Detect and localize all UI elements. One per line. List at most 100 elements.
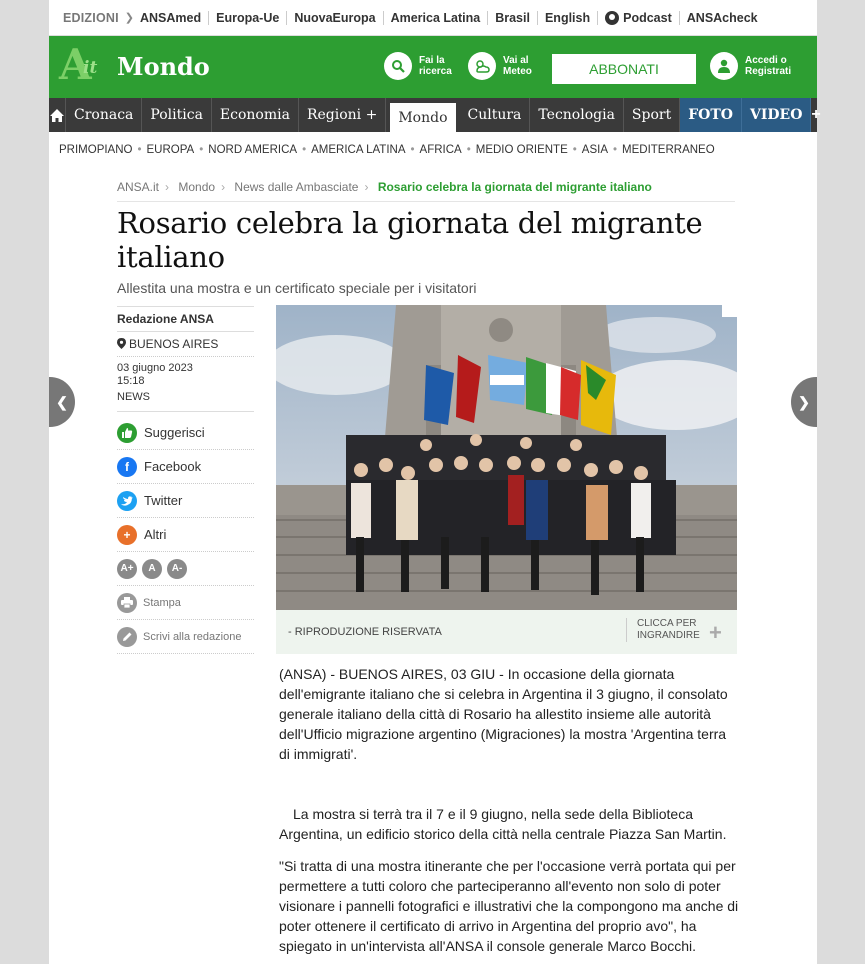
nav-item-cronaca[interactable]: Cronaca — [66, 98, 143, 132]
edition-link-english[interactable]: English — [538, 10, 599, 25]
edition-link-ansacheck[interactable]: ANSAcheck — [680, 11, 765, 25]
article-title: Rosario celebra la giornata del migrante… — [117, 206, 703, 274]
nav-item-tecnologia[interactable]: Tecnologia — [530, 98, 624, 132]
article-meta: Redazione ANSA BUENOS AIRES 03 giugno 20… — [117, 306, 254, 412]
nav-more-button[interactable]: + — [811, 98, 820, 132]
location-text: BUENOS AIRES — [129, 337, 219, 351]
article-subtitle: Allestita una mostra e un certificato sp… — [117, 280, 477, 296]
weather-label-1: Vai al — [503, 55, 529, 66]
write-editor-button[interactable]: Scrivi alla redazione — [117, 620, 254, 654]
enlarge-plus-icon[interactable]: + — [709, 620, 722, 646]
logo-it: it — [83, 58, 98, 78]
breadcrumb-item[interactable]: Mondo — [178, 180, 215, 194]
subnav-item-primopiano[interactable]: PRIMOPIANO — [59, 144, 132, 156]
edition-link-brasil[interactable]: Brasil — [488, 10, 538, 25]
font-reset-button[interactable]: A — [142, 558, 162, 579]
article-paragraph: La mostra si terrà tra il 7 e il 9 giugn… — [279, 806, 727, 842]
sub-nav: PRIMOPIANO • EUROPA • NORD AMERICA • AMERIC… — [49, 132, 817, 168]
subnav-item-nord-america[interactable]: NORD AMERICA — [208, 144, 297, 156]
search-icon — [384, 52, 412, 80]
others-label: Altri — [144, 527, 167, 542]
section-title: Mondo — [117, 52, 210, 81]
weather-button[interactable]: Vai al Meteo — [468, 52, 532, 80]
article-time: 15:18 — [117, 375, 145, 387]
breadcrumb-item[interactable]: News dalle Ambasciate — [234, 180, 358, 194]
search-button[interactable]: Fai la ricerca — [384, 52, 452, 80]
login-button[interactable]: Accedi o Registrati — [710, 52, 791, 80]
printer-icon — [117, 592, 137, 613]
breadcrumb: ANSA.it › Mondo › News dalle Ambasciate › R… — [117, 180, 735, 202]
nav-item-mondo[interactable]: Mondo — [390, 103, 456, 132]
subnav-item-america-latina[interactable]: AMERICA LATINA — [311, 144, 405, 156]
location-pin-icon — [117, 338, 126, 349]
breadcrumb-current[interactable]: Rosario celebra la giornata del migrante… — [378, 180, 652, 194]
photo-caption: - RIPRODUZIONE RISERVATA CLICCA PER INGR… — [276, 610, 737, 654]
breadcrumb-item[interactable]: ANSA.it — [117, 180, 159, 194]
chevron-right-icon: ❯ — [124, 12, 134, 24]
nav-item-video[interactable]: VIDEO — [741, 98, 812, 132]
user-icon — [710, 52, 738, 80]
article-photo[interactable] — [276, 305, 737, 610]
subnav-item-europa[interactable]: EUROPA — [147, 144, 195, 156]
podcast-icon — [605, 10, 620, 25]
weather-label-2: Meteo — [503, 66, 532, 77]
font-decrease-button[interactable]: A- — [167, 558, 187, 579]
chevron-right-icon: ❯ — [798, 393, 810, 410]
nav-item-sport[interactable]: Sport — [624, 98, 681, 132]
enlarge-label-2: INGRANDIRE — [637, 630, 700, 641]
site-header: A it Mondo Fai la ricerca Vai al Meteo ABB… — [49, 36, 817, 98]
subnav-item-asia[interactable]: ASIA — [582, 144, 608, 156]
suggest-button[interactable]: Suggerisci — [117, 416, 254, 450]
caption-text: - RIPRODUZIONE RISERVATA — [288, 626, 442, 638]
article-body: (ANSA) - BUENOS AIRES, 03 GIU - In occas… — [279, 664, 739, 956]
print-button[interactable]: Stampa — [117, 586, 254, 620]
nav-item-politica[interactable]: Politica — [142, 98, 212, 132]
enlarge-label-1: CLICCA PER — [637, 618, 697, 629]
search-label-1: Fai la — [419, 55, 445, 66]
article-author: Redazione ANSA — [117, 307, 254, 332]
thumbs-up-icon — [117, 422, 137, 443]
editions-bar: EDIZIONI ❯ ANSAmed Europa-Ue NuovaEuropa… — [49, 0, 817, 36]
article-category: NEWS — [117, 388, 254, 412]
twitter-icon — [117, 490, 137, 511]
nav-item-economia[interactable]: Economia — [212, 98, 299, 132]
article-date: 03 giugno 2023 — [117, 362, 193, 374]
edition-link-nuovaeuropa[interactable]: NuovaEuropa — [287, 10, 384, 25]
edition-link-ansamed[interactable]: ANSAmed — [140, 10, 210, 25]
font-size-controls: A+ A A- — [117, 552, 254, 586]
article-location: BUENOS AIRES — [117, 332, 254, 357]
article-paragraph: "Si tratta di una mostra itinerante che … — [279, 858, 739, 954]
facebook-share-button[interactable]: f Facebook — [117, 450, 254, 484]
facebook-icon: f — [117, 456, 137, 477]
print-label: Stampa — [143, 596, 181, 609]
site-logo[interactable]: A it Mondo — [59, 42, 239, 90]
font-increase-button[interactable]: A+ — [117, 558, 137, 579]
login-label-2: Registrati — [745, 66, 792, 77]
subnav-item-mediterraneo[interactable]: MEDITERRANEO — [622, 144, 715, 156]
edition-link-podcast[interactable]: Podcast — [598, 10, 680, 25]
subnav-item-medio-oriente[interactable]: MEDIO ORIENTE — [476, 144, 568, 156]
subnav-item-africa[interactable]: AFRICA — [420, 144, 462, 156]
facebook-label: Facebook — [144, 459, 202, 474]
nav-item-cultura[interactable]: Cultura — [460, 98, 531, 132]
write-label: Scrivi alla redazione — [143, 630, 242, 643]
podcast-label: Podcast — [623, 10, 672, 25]
main-nav: Cronaca Politica Economia Regioni + Mond… — [49, 98, 821, 132]
edition-link-america-latina[interactable]: America Latina — [384, 10, 489, 25]
editions-label: EDIZIONI — [63, 10, 119, 25]
chevron-left-icon: ❮ — [56, 393, 68, 410]
article-container: ANSA.it › Mondo › News dalle Ambasciate › R… — [49, 168, 817, 964]
suggest-label: Suggerisci — [144, 425, 205, 440]
subscribe-button[interactable]: ABBONATI — [551, 53, 697, 85]
article-paragraph: (ANSA) - BUENOS AIRES, 03 GIU - In occas… — [279, 666, 728, 762]
nav-item-foto[interactable]: FOTO — [680, 98, 742, 132]
other-share-button[interactable]: + Altri — [117, 518, 254, 552]
enlarge-link[interactable]: CLICCA PER INGRANDIRE — [626, 618, 700, 642]
edition-link-europa-ue[interactable]: Europa-Ue — [209, 10, 288, 25]
home-icon[interactable] — [49, 98, 66, 132]
twitter-share-button[interactable]: Twitter — [117, 484, 254, 518]
search-label-2: ricerca — [419, 66, 452, 77]
plus-icon: + — [117, 524, 137, 545]
nav-item-regioni[interactable]: Regioni + — [299, 98, 387, 132]
share-panel: Suggerisci f Facebook Twitter + Altri A+… — [117, 416, 254, 654]
